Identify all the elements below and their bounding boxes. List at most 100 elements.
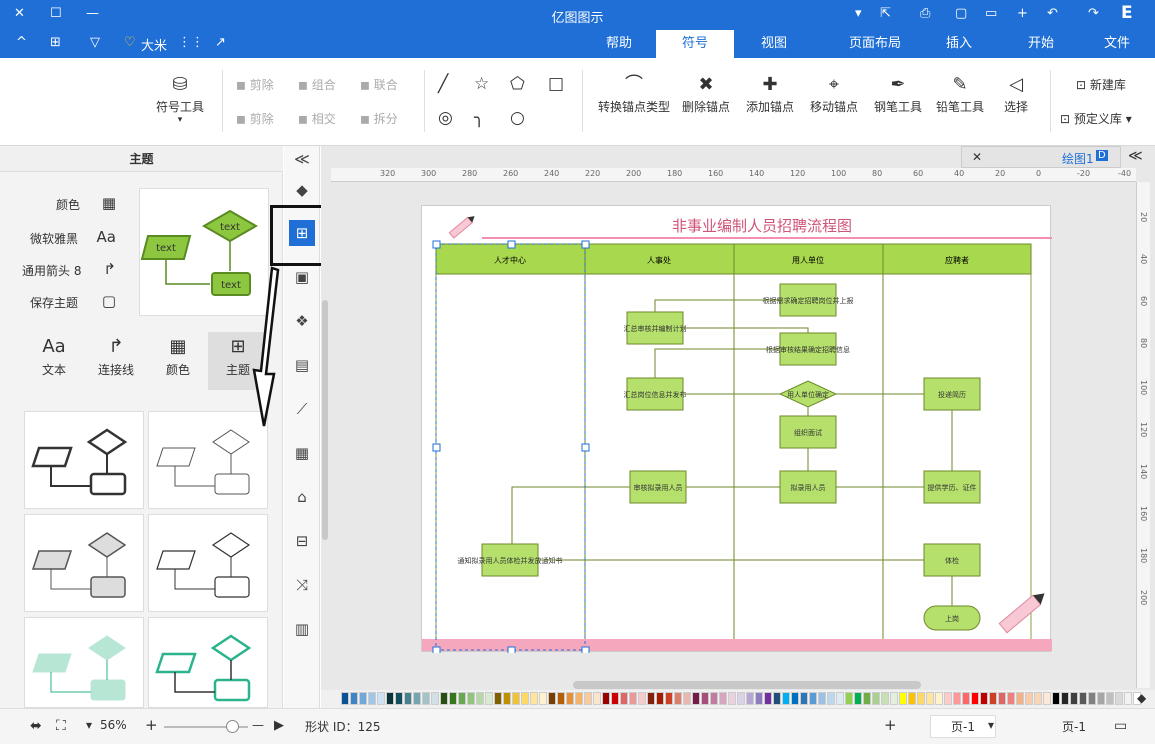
move-anchor-button[interactable]: ⌖ 移动锚点 bbox=[806, 72, 862, 115]
color-swatch[interactable] bbox=[602, 692, 610, 705]
fragment-button[interactable]: ◼ 拆分 bbox=[360, 110, 398, 127]
theme-thumbnail[interactable] bbox=[148, 514, 268, 612]
user-name[interactable]: 大米 bbox=[141, 35, 167, 54]
color-swatch[interactable] bbox=[809, 692, 817, 705]
color-swatch[interactable] bbox=[890, 692, 898, 705]
shuffle-icon[interactable]: ⤨ bbox=[289, 572, 315, 598]
share-icon[interactable]: ⋮⋮ bbox=[178, 35, 204, 50]
pentagon-shape-icon[interactable]: ⬠ bbox=[510, 74, 525, 94]
color-swatch[interactable] bbox=[998, 692, 1006, 705]
color-swatch[interactable] bbox=[485, 692, 493, 705]
color-swatch[interactable] bbox=[764, 692, 772, 705]
page-selector[interactable]: 页-1 bbox=[1062, 718, 1086, 735]
color-swatch[interactable] bbox=[836, 692, 844, 705]
color-swatch[interactable] bbox=[1088, 692, 1096, 705]
color-swatch[interactable] bbox=[854, 692, 862, 705]
chart-icon[interactable]: ⟋ bbox=[289, 396, 315, 422]
color-swatch[interactable] bbox=[962, 692, 970, 705]
zoom-slider-handle[interactable] bbox=[226, 720, 239, 733]
color-swatch[interactable] bbox=[773, 692, 781, 705]
line-shape-icon[interactable]: ╱ bbox=[438, 74, 448, 94]
color-swatch[interactable] bbox=[566, 692, 574, 705]
star-shape-icon[interactable]: ☆ bbox=[474, 74, 489, 94]
color-swatch[interactable] bbox=[359, 692, 367, 705]
puzzle-icon[interactable]: ⌂ bbox=[289, 484, 315, 510]
view-icon[interactable]: ▭ bbox=[1114, 718, 1127, 734]
color-swatch[interactable] bbox=[989, 692, 997, 705]
zoom-out-button[interactable]: — bbox=[252, 718, 264, 732]
tab-insert[interactable]: 插入 bbox=[930, 30, 988, 58]
color-swatch[interactable] bbox=[926, 692, 934, 705]
color-swatch[interactable] bbox=[431, 692, 439, 705]
zoom-dropdown-icon[interactable]: ▾ bbox=[86, 718, 92, 732]
color-swatch[interactable] bbox=[521, 692, 529, 705]
color-swatch[interactable] bbox=[557, 692, 565, 705]
color-swatch[interactable] bbox=[746, 692, 754, 705]
fullscreen-icon[interactable]: ⛶ bbox=[56, 718, 66, 734]
color-swatch[interactable] bbox=[1052, 692, 1060, 705]
subtract-button[interactable]: ◼ 剪除 bbox=[236, 110, 274, 127]
color-swatch[interactable] bbox=[413, 692, 421, 705]
predefined-library-button[interactable]: ⊡ 预定义库 ▾ bbox=[1060, 110, 1132, 127]
print-icon[interactable]: ⎙ bbox=[920, 6, 930, 21]
color-swatch[interactable] bbox=[656, 692, 664, 705]
new-library-button[interactable]: ⊡ 新建库 bbox=[1076, 76, 1126, 93]
save-icon[interactable]: ▢ bbox=[955, 6, 967, 21]
color-swatch[interactable] bbox=[440, 692, 448, 705]
color-swatch[interactable] bbox=[1079, 692, 1087, 705]
color-swatch[interactable] bbox=[1097, 692, 1105, 705]
undo-icon[interactable]: ↶ bbox=[1047, 6, 1058, 21]
theme-icon[interactable]: ▽ bbox=[90, 35, 100, 50]
open-icon[interactable]: ▭ bbox=[985, 6, 997, 21]
tab-home[interactable]: 开始 bbox=[1012, 30, 1070, 58]
theme-arrow-item[interactable]: 通用箭头 8 ↱ bbox=[22, 260, 116, 279]
tab-help[interactable]: 帮助 bbox=[590, 30, 648, 58]
union-button[interactable]: ◼ 联合 bbox=[360, 76, 398, 93]
theme-font-item[interactable]: 微软雅黑 Aa bbox=[30, 228, 116, 247]
color-swatch[interactable] bbox=[1016, 692, 1024, 705]
color-swatch[interactable] bbox=[593, 692, 601, 705]
select-tool-button[interactable]: ◁ 选择 bbox=[994, 72, 1038, 115]
color-swatch[interactable] bbox=[719, 692, 727, 705]
apps-icon[interactable]: ⊞ bbox=[50, 35, 61, 50]
color-swatch[interactable] bbox=[539, 692, 547, 705]
layers-icon[interactable]: ❖ bbox=[289, 308, 315, 334]
color-swatch[interactable] bbox=[1124, 692, 1132, 705]
image-icon[interactable]: ▣ bbox=[289, 264, 315, 290]
color-swatch[interactable] bbox=[710, 692, 718, 705]
color-swatch[interactable] bbox=[674, 692, 682, 705]
tab-symbol[interactable]: 符号 bbox=[656, 30, 734, 58]
delete-anchor-button[interactable]: ✖ 删除锚点 bbox=[678, 72, 734, 115]
color-swatch[interactable] bbox=[620, 692, 628, 705]
redo-icon[interactable]: ↷ bbox=[1088, 6, 1099, 21]
color-swatch[interactable] bbox=[386, 692, 394, 705]
color-swatch[interactable] bbox=[449, 692, 457, 705]
color-swatch[interactable] bbox=[404, 692, 412, 705]
color-swatch[interactable] bbox=[800, 692, 808, 705]
color-swatch[interactable] bbox=[980, 692, 988, 705]
theme-color-item[interactable]: 颜色 ▦ bbox=[40, 194, 116, 213]
grid-icon[interactable]: ▥ bbox=[289, 616, 315, 642]
color-swatch[interactable] bbox=[584, 692, 592, 705]
expand-panel-icon[interactable]: ≪ bbox=[1128, 148, 1143, 164]
color-swatch[interactable] bbox=[458, 692, 466, 705]
color-swatch[interactable] bbox=[395, 692, 403, 705]
collapse-panel-icon[interactable]: ≪ bbox=[289, 146, 315, 172]
color-swatch[interactable] bbox=[881, 692, 889, 705]
fill-icon[interactable]: ◆ bbox=[289, 177, 315, 203]
color-swatch[interactable] bbox=[755, 692, 763, 705]
color-swatch[interactable] bbox=[341, 692, 349, 705]
split-button[interactable]: ◼ 剪除 bbox=[236, 76, 274, 93]
color-swatch[interactable] bbox=[611, 692, 619, 705]
symbol-tool-button[interactable]: ⛁ 符号工具 ▾ bbox=[148, 72, 212, 125]
combine-button[interactable]: ◼ 组合 bbox=[298, 76, 336, 93]
fit-page-icon[interactable]: ⬌ bbox=[30, 718, 42, 734]
color-swatch[interactable] bbox=[827, 692, 835, 705]
color-swatch[interactable] bbox=[863, 692, 871, 705]
color-swatch[interactable] bbox=[845, 692, 853, 705]
pencil-tool-button[interactable]: ✎ 铅笔工具 bbox=[932, 72, 988, 115]
color-swatch[interactable] bbox=[647, 692, 655, 705]
add-anchor-button[interactable]: ✚ 添加锚点 bbox=[742, 72, 798, 115]
color-swatch[interactable] bbox=[1115, 692, 1123, 705]
convert-anchor-button[interactable]: ⌒ 转换锚点类型 bbox=[594, 72, 674, 115]
